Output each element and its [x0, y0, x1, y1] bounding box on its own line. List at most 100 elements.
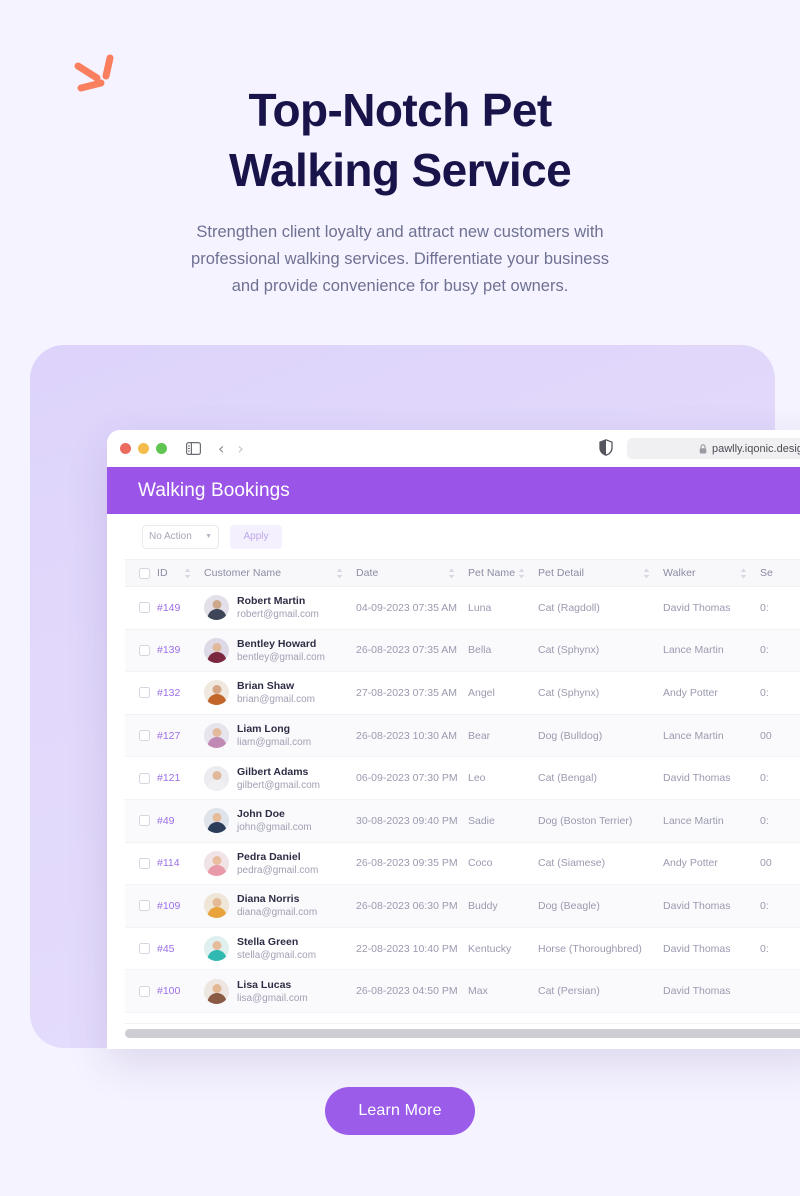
row-checkbox-cell[interactable] — [125, 644, 157, 656]
pet-detail: Cat (Sphynx) — [538, 686, 600, 699]
row-checkbox-cell[interactable] — [125, 815, 157, 827]
table-row[interactable]: #114 Pedra Daniel pedra@gmail.com 26-08-202… — [125, 842, 800, 886]
table-row[interactable]: #132 Brian Shaw brian@gmail.com 27-08-2023 … — [125, 672, 800, 715]
booking-id-link[interactable]: #149 — [157, 602, 180, 614]
page-subtitle-line-1: Strengthen client loyalty and attract ne… — [196, 223, 604, 241]
customer-email: john@gmail.com — [237, 822, 312, 834]
app-header: Walking Bookings — [107, 467, 800, 514]
row-id-cell[interactable]: #132 — [157, 687, 204, 699]
row-checkbox-cell[interactable] — [125, 687, 157, 699]
sidebar-toggle-icon[interactable] — [186, 442, 201, 455]
row-checkbox-cell[interactable] — [125, 730, 157, 742]
row-id-cell[interactable]: #139 — [157, 644, 204, 656]
row-pet-detail-cell: Cat (Siamese) — [538, 857, 663, 869]
booking-id-link[interactable]: #114 — [157, 857, 180, 869]
scrollbar-thumb[interactable] — [125, 1029, 800, 1038]
row-select-checkbox[interactable] — [139, 943, 150, 955]
table-row[interactable]: #127 Liam Long liam@gmail.com 26-08-2023 10… — [125, 714, 800, 758]
row-checkbox-cell[interactable] — [125, 602, 157, 614]
row-id-cell[interactable]: #121 — [157, 772, 204, 784]
row-select-checkbox[interactable] — [139, 602, 150, 614]
customer-email: robert@gmail.com — [237, 609, 319, 621]
booking-date: 26-08-2023 07:35 AM — [356, 644, 457, 657]
table-header-check[interactable] — [125, 567, 157, 579]
booking-date: 27-08-2023 07:35 AM — [356, 686, 457, 699]
address-bar[interactable]: pawlly.iqonic.design — [627, 438, 800, 459]
row-checkbox-cell[interactable] — [125, 985, 157, 997]
booking-id-link[interactable]: #132 — [157, 687, 180, 699]
table-row[interactable]: #109 Diana Norris diana@gmail.com 26-08-202… — [125, 885, 800, 928]
sort-toggle-icon[interactable] — [518, 568, 525, 579]
walker-name: Lance Martin — [663, 729, 724, 742]
service-duration: 00 — [760, 729, 772, 742]
row-id-cell[interactable]: #45 — [157, 943, 204, 955]
table-header-service[interactable]: Se — [760, 567, 800, 579]
sort-toggle-icon[interactable] — [740, 568, 747, 579]
booking-id-link[interactable]: #100 — [157, 985, 180, 997]
row-select-checkbox[interactable] — [139, 644, 150, 656]
row-checkbox-cell[interactable] — [125, 772, 157, 784]
table-row[interactable]: #49 John Doe john@gmail.com 30-08-2023 09:4… — [125, 799, 800, 843]
learn-more-button[interactable]: Learn More — [325, 1087, 475, 1135]
table-row[interactable]: #149 Robert Martin robert@gmail.com 04-09-2… — [125, 587, 800, 630]
row-select-checkbox[interactable] — [139, 687, 150, 699]
close-window-button[interactable] — [120, 443, 131, 454]
booking-date: 30-08-2023 09:40 PM — [356, 814, 458, 827]
row-select-checkbox[interactable] — [139, 985, 150, 997]
horizontal-scrollbar[interactable] — [125, 1023, 800, 1049]
apply-button[interactable]: Apply — [230, 524, 282, 549]
table-header-id[interactable]: ID — [157, 567, 204, 579]
row-select-checkbox[interactable] — [139, 772, 150, 784]
booking-id-link[interactable]: #127 — [157, 730, 180, 742]
pet-name: Luna — [468, 601, 492, 614]
booking-id-link[interactable]: #121 — [157, 772, 180, 784]
minimize-window-button[interactable] — [138, 443, 149, 454]
table-header-walker[interactable]: Walker — [663, 567, 760, 579]
sort-toggle-icon[interactable] — [336, 568, 343, 579]
shield-icon[interactable] — [599, 439, 613, 461]
row-id-cell[interactable]: #114 — [157, 857, 204, 869]
row-id-cell[interactable]: #49 — [157, 815, 204, 827]
table-header-pet_name[interactable]: Pet Name — [468, 567, 538, 579]
table-header-pet_detail[interactable]: Pet Detail — [538, 567, 663, 579]
customer-name: Lisa Lucas — [237, 978, 292, 991]
row-checkbox-cell[interactable] — [125, 900, 157, 912]
select-all-checkbox[interactable] — [139, 567, 150, 579]
row-select-checkbox[interactable] — [139, 857, 150, 869]
row-select-checkbox[interactable] — [139, 730, 150, 742]
chevron-right-icon[interactable]: › — [237, 440, 243, 457]
row-id-cell[interactable]: #127 — [157, 730, 204, 742]
booking-id-link[interactable]: #49 — [157, 815, 175, 827]
table-header-customer[interactable]: Customer Name — [204, 567, 356, 579]
sort-toggle-icon[interactable] — [448, 568, 455, 579]
booking-id-link[interactable]: #109 — [157, 900, 180, 912]
booking-id-link[interactable]: #139 — [157, 644, 180, 656]
row-checkbox-cell[interactable] — [125, 943, 157, 955]
bulk-action-select[interactable]: No Action ▼ — [142, 524, 219, 549]
sort-toggle-icon[interactable] — [643, 568, 650, 579]
row-select-checkbox[interactable] — [139, 815, 150, 827]
row-checkbox-cell[interactable] — [125, 857, 157, 869]
chevron-left-icon[interactable]: ‹ — [218, 440, 224, 457]
table-header-date[interactable]: Date — [356, 567, 468, 579]
row-select-checkbox[interactable] — [139, 900, 150, 912]
table-row[interactable]: #100 Lisa Lucas lisa@gmail.com 26-08-2023 0… — [125, 970, 800, 1013]
row-id-cell[interactable]: #149 — [157, 602, 204, 614]
customer-name: John Doe — [237, 808, 285, 821]
customer-name: Brian Shaw — [237, 680, 295, 693]
row-walker-cell: David Thomas — [663, 772, 760, 784]
table-row[interactable]: #139 Bentley Howard bentley@gmail.com 26-08… — [125, 629, 800, 673]
table-row[interactable]: #121 Gilbert Adams gilbert@gmail.com 06-09-… — [125, 757, 800, 800]
booking-id-link[interactable]: #45 — [157, 943, 175, 955]
row-walker-cell: David Thomas — [663, 985, 760, 997]
row-id-cell[interactable]: #109 — [157, 900, 204, 912]
row-customer-cell: Robert Martin robert@gmail.com — [204, 594, 356, 621]
pet-detail: Dog (Beagle) — [538, 899, 600, 912]
table-row[interactable]: #45 Stella Green stella@gmail.com 22-08-202… — [125, 927, 800, 971]
row-service-cell: 0: — [760, 602, 800, 614]
row-id-cell[interactable]: #100 — [157, 985, 204, 997]
row-customer-cell: John Doe john@gmail.com — [204, 807, 356, 834]
maximize-window-button[interactable] — [156, 443, 167, 454]
sort-toggle-icon[interactable] — [184, 568, 191, 579]
table-header-label: Walker — [663, 567, 696, 579]
